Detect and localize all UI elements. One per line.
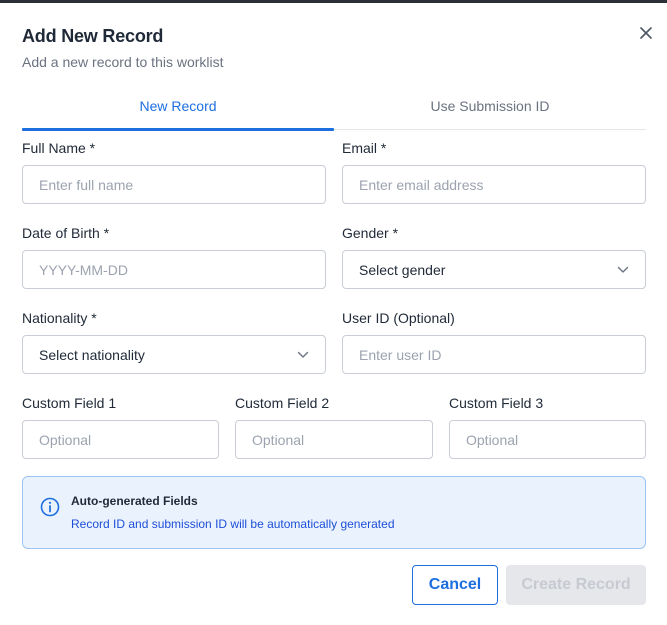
custom-field-2-label: Custom Field 2 (235, 395, 330, 411)
info-title: Auto-generated Fields (71, 494, 198, 508)
cancel-button[interactable]: Cancel (412, 565, 498, 605)
nationality-select-value: Select nationality (39, 346, 145, 363)
dialog-title: Add New Record (22, 26, 164, 46)
add-record-dialog: Add New Record Add a new record to this … (0, 3, 667, 625)
auto-generated-info-box: Auto-generated Fields Record ID and subm… (22, 476, 646, 549)
chevron-down-icon (617, 266, 629, 273)
info-text: Record ID and submission ID will be auto… (71, 517, 395, 531)
gender-select[interactable]: Select gender (342, 250, 646, 289)
close-icon (640, 27, 652, 39)
dialog-subtitle: Add a new record to this worklist (22, 54, 224, 70)
gender-label: Gender * (342, 225, 399, 241)
full-name-input[interactable] (22, 165, 326, 204)
custom-field-2-input[interactable] (235, 420, 433, 459)
custom-field-3-input[interactable] (449, 420, 646, 459)
custom-field-1-input[interactable] (22, 420, 219, 459)
custom-field-1-label: Custom Field 1 (22, 395, 117, 411)
chevron-down-icon (297, 351, 309, 358)
email-input[interactable] (342, 165, 646, 204)
tab-new-record[interactable]: New Record (22, 93, 334, 131)
tab-use-submission-id[interactable]: Use Submission ID (334, 93, 646, 129)
user-id-input[interactable] (342, 335, 646, 374)
dob-label: Date of Birth * (22, 225, 110, 241)
email-label: Email * (342, 140, 387, 156)
custom-field-3-label: Custom Field 3 (449, 395, 544, 411)
close-button[interactable] (636, 23, 656, 43)
create-record-button[interactable]: Create Record (506, 565, 646, 605)
full-name-label: Full Name * (22, 140, 96, 156)
gender-select-value: Select gender (359, 261, 446, 278)
nationality-select[interactable]: Select nationality (22, 335, 326, 374)
dob-input[interactable] (22, 250, 326, 289)
tab-bar: New Record Use Submission ID (22, 93, 646, 131)
info-icon (40, 497, 60, 517)
nationality-label: Nationality * (22, 310, 97, 326)
user-id-label: User ID (Optional) (342, 310, 455, 326)
